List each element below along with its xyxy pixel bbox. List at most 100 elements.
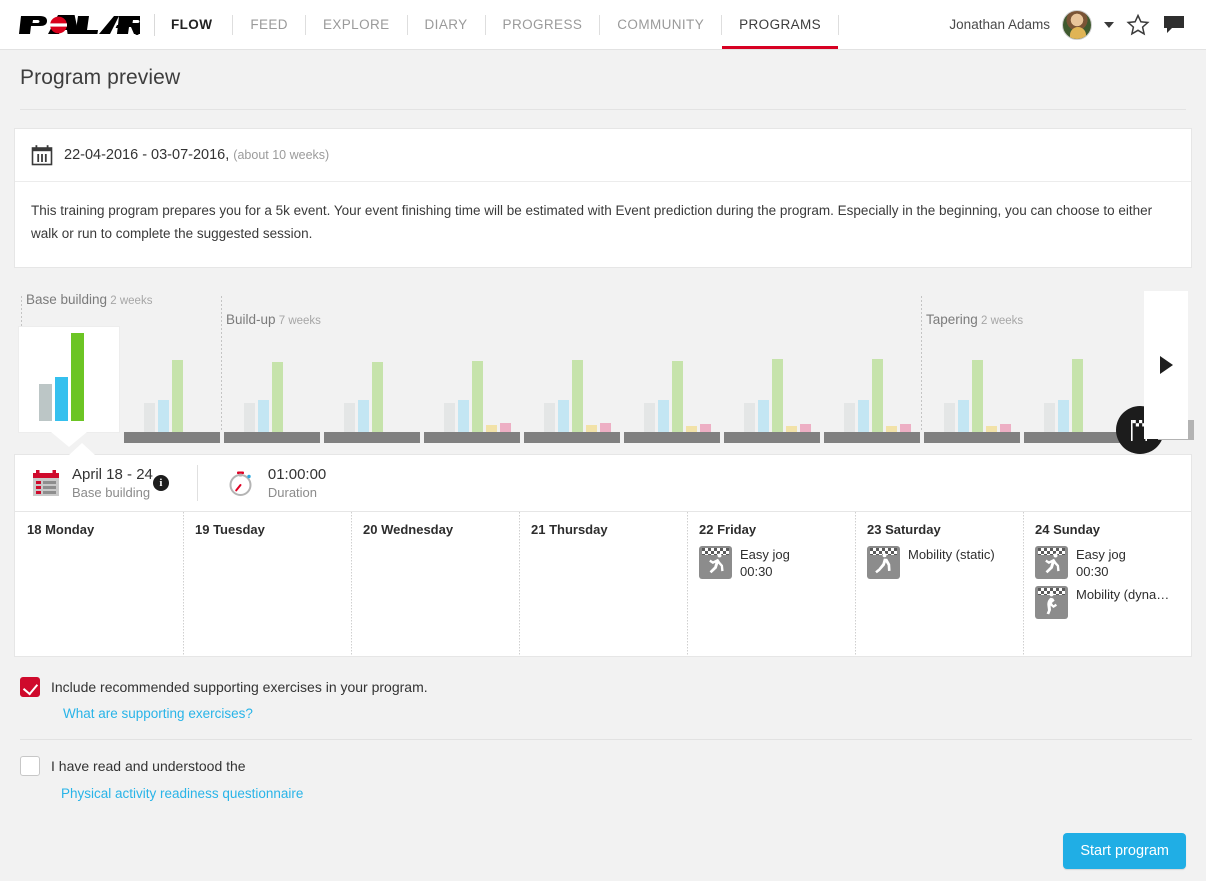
week-bar xyxy=(358,400,369,432)
session-title: Easy jog xyxy=(1076,546,1126,563)
day-column: 21 Thursday xyxy=(519,512,687,656)
week-bar xyxy=(700,424,711,432)
day-name-label: 24 Sunday xyxy=(1035,522,1181,537)
week-bar xyxy=(272,362,283,432)
week-base-segment[interactable] xyxy=(924,432,1020,443)
supporting-exercises-label: Include recommended supporting exercises… xyxy=(51,677,428,698)
main-nav: FLOW FEED EXPLORE DIARY PROGRESS COMMUNI… xyxy=(171,0,839,49)
readiness-checkbox[interactable] xyxy=(20,756,40,776)
week-phase-label: Base building xyxy=(72,484,153,501)
week-bar xyxy=(1044,403,1055,432)
session-duration: 00:30 xyxy=(740,563,790,580)
session-item[interactable]: Mobility (dyna… xyxy=(1035,586,1181,619)
start-program-button[interactable]: Start program xyxy=(1063,833,1186,869)
week-duration-cell: 01:00:00 Duration xyxy=(226,455,326,511)
week-day-grid: 18 Monday19 Tuesday20 Wednesday21 Thursd… xyxy=(14,512,1192,657)
phase-weeks: 2 weeks xyxy=(978,315,1023,327)
week-base-segment[interactable] xyxy=(724,432,820,443)
week-bar xyxy=(872,359,883,432)
session-item[interactable]: Mobility (static) xyxy=(867,546,1013,579)
week-bar xyxy=(986,426,997,432)
info-icon[interactable]: i xyxy=(153,475,169,491)
week-bar xyxy=(958,400,969,432)
duration-value: 01:00:00 xyxy=(268,466,326,484)
week-summary-notch xyxy=(69,443,95,455)
chevron-down-icon[interactable] xyxy=(1104,22,1114,28)
week-bar-group[interactable] xyxy=(344,362,383,432)
phase-label-2: Tapering 2 weeks xyxy=(926,312,1023,327)
nav-item-progress[interactable]: PROGRESS xyxy=(486,0,600,49)
week-bar-group[interactable] xyxy=(1044,359,1083,432)
week-bar xyxy=(686,426,697,432)
week-bar xyxy=(372,362,383,432)
week-bar-group[interactable] xyxy=(844,359,911,432)
week-bar xyxy=(744,403,755,432)
play-arrow-icon xyxy=(1160,356,1173,374)
nav-item-diary[interactable]: DIARY xyxy=(408,0,485,49)
week-bar xyxy=(486,425,497,432)
week-base-segment[interactable] xyxy=(824,432,920,443)
week-bar xyxy=(772,359,783,432)
week-base-segment[interactable] xyxy=(224,432,320,443)
week-bar xyxy=(444,403,455,432)
day-name-label: 22 Friday xyxy=(699,522,845,537)
top-navigation-bar: FLOW FEED EXPLORE DIARY PROGRESS COMMUNI… xyxy=(0,0,1206,50)
week-bar xyxy=(886,426,897,432)
phase-weeks: 7 weeks xyxy=(276,315,321,327)
week-bar xyxy=(758,400,769,432)
brand-logo[interactable] xyxy=(0,0,140,49)
week-bar xyxy=(586,425,597,432)
week-bar xyxy=(972,360,983,432)
session-item[interactable]: Easy jog00:30 xyxy=(699,546,845,580)
week-bar xyxy=(600,423,611,432)
user-menu-area: Jonathan Adams xyxy=(949,0,1206,49)
week-bar xyxy=(244,403,255,432)
day-name-label: 18 Monday xyxy=(27,522,173,537)
nav-item-programs[interactable]: PROGRAMS xyxy=(722,0,838,49)
session-item[interactable]: Easy jog00:30 xyxy=(1035,546,1181,580)
program-date-text: 22-04-2016 - 03-07-2016, (about 10 weeks… xyxy=(64,147,329,163)
nav-item-feed[interactable]: FEED xyxy=(233,0,305,49)
nav-item-flow[interactable]: FLOW xyxy=(171,0,232,49)
week-bar-group[interactable] xyxy=(39,333,84,421)
week-bar-group[interactable] xyxy=(544,360,611,432)
phase-weeks: 2 weeks xyxy=(107,295,152,307)
nav-item-community[interactable]: COMMUNITY xyxy=(600,0,721,49)
week-base-segment[interactable] xyxy=(624,432,720,443)
week-summary-date-cell: April 18 - 24 Base building xyxy=(15,455,153,511)
week-bar xyxy=(258,400,269,432)
day-column: 24 Sunday Easy jog00:30 Mobility (dyna… xyxy=(1023,512,1191,656)
week-base-segment[interactable] xyxy=(1024,432,1120,443)
week-bar xyxy=(900,424,911,432)
week-bar-group[interactable] xyxy=(744,359,811,432)
week-base-segment[interactable] xyxy=(424,432,520,443)
week-bar xyxy=(158,400,169,432)
week-bar-group[interactable] xyxy=(144,360,183,432)
week-bar xyxy=(544,403,555,432)
week-base-segment[interactable] xyxy=(524,432,620,443)
week-calendar-icon xyxy=(31,468,61,498)
timeline-next-button[interactable] xyxy=(1144,291,1188,439)
nav-item-explore[interactable]: EXPLORE xyxy=(306,0,407,49)
phase-name: Build-up xyxy=(226,312,276,327)
speech-bubble-icon[interactable] xyxy=(1162,14,1186,36)
week-bar-group[interactable] xyxy=(944,360,1011,432)
week-bar-group[interactable] xyxy=(444,361,511,432)
option-readiness-questionnaire: I have read and understood the Physical … xyxy=(14,740,1192,801)
supporting-exercises-link[interactable]: What are supporting exercises? xyxy=(63,706,428,721)
program-date-range: 22-04-2016 - 03-07-2016, xyxy=(64,147,229,163)
readiness-link[interactable]: Physical activity readiness questionnair… xyxy=(61,786,303,801)
avatar[interactable] xyxy=(1062,10,1092,40)
program-timeline[interactable]: Base building 2 weeksBuild-up 7 weeksTap… xyxy=(0,286,1206,454)
week-bar xyxy=(658,400,669,432)
phase-name: Tapering xyxy=(926,312,978,327)
supporting-exercises-checkbox[interactable] xyxy=(20,677,40,697)
week-bar xyxy=(71,333,84,421)
week-base-segment[interactable] xyxy=(324,432,420,443)
week-base-segment[interactable] xyxy=(124,432,220,443)
readiness-label: I have read and understood the xyxy=(51,756,303,777)
star-icon[interactable] xyxy=(1126,13,1150,37)
week-bar-group[interactable] xyxy=(244,362,283,432)
mobility-static-icon xyxy=(867,546,900,579)
week-bar-group[interactable] xyxy=(644,361,711,432)
